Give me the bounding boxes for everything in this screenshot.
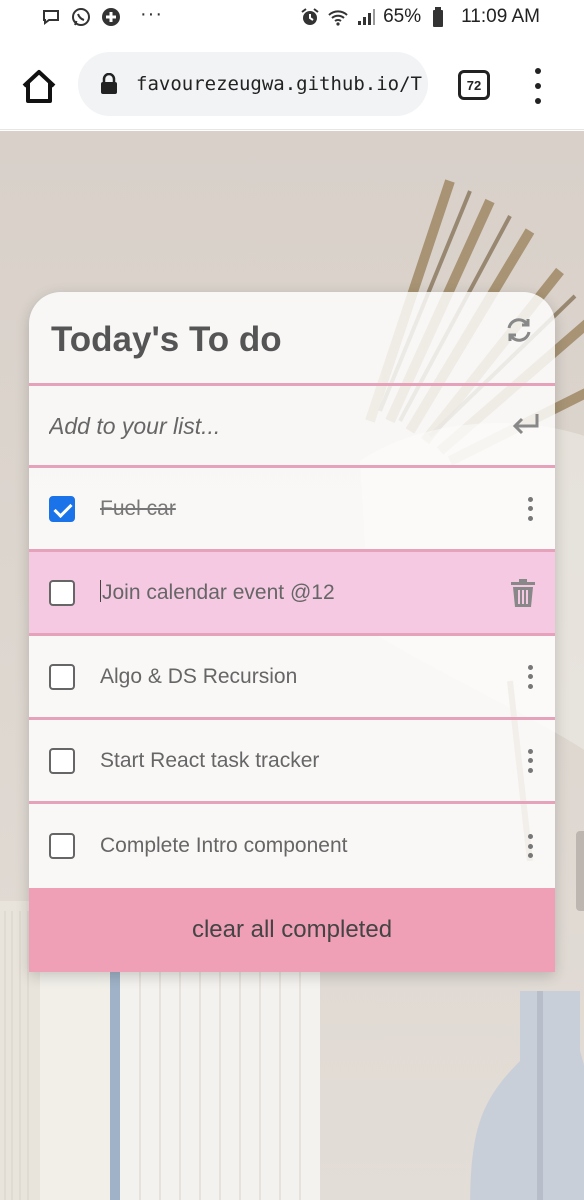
status-bar-notifications: ···	[40, 2, 163, 28]
wifi-icon	[327, 6, 349, 28]
todo-text[interactable]: Start React task tracker	[100, 749, 319, 773]
url-text: favourezeugwa.github.io/T	[136, 73, 422, 95]
todo-checkbox[interactable]	[49, 579, 75, 606]
clock: 11:09 AM	[461, 6, 540, 27]
todo-text[interactable]: Algo & DS Recursion	[100, 665, 297, 689]
todo-text-editing[interactable]: Join calendar event @12	[100, 580, 335, 605]
status-bar: ··· 65% 11:09 AM	[0, 0, 584, 38]
home-icon[interactable]	[18, 66, 60, 106]
more-vert-icon[interactable]	[527, 748, 533, 773]
todo-card: Today's To do Fuel car Join calendar eve…	[29, 292, 555, 972]
more-dots-icon: ···	[140, 2, 163, 25]
vase-image	[470, 991, 584, 1200]
status-bar-system: 65% 11:09 AM	[299, 6, 540, 28]
todo-item[interactable]: Complete Intro component	[29, 804, 555, 888]
battery-icon	[427, 6, 449, 28]
chat-bubble-icon	[40, 6, 62, 28]
todo-checkbox[interactable]	[49, 495, 75, 522]
todo-text[interactable]: Fuel car	[100, 497, 176, 521]
todo-text[interactable]: Complete Intro component	[100, 834, 347, 858]
text-caret	[100, 580, 101, 602]
enter-icon[interactable]	[511, 412, 541, 438]
battery-percent: 65%	[383, 6, 422, 27]
todo-item[interactable]: Fuel car	[29, 468, 555, 552]
add-todo-input[interactable]	[49, 406, 479, 446]
card-header: Today's To do	[29, 292, 555, 386]
clear-completed-button[interactable]: clear all completed	[29, 888, 555, 972]
todo-checkbox[interactable]	[49, 833, 75, 859]
todo-checkbox[interactable]	[49, 663, 75, 690]
whatsapp-icon	[70, 6, 92, 28]
todo-item[interactable]: Start React task tracker	[29, 720, 555, 804]
todo-item[interactable]: Join calendar event @12	[29, 552, 555, 636]
tab-count: 72	[466, 77, 482, 93]
trash-icon[interactable]	[511, 578, 535, 607]
page-scroll-handle[interactable]	[576, 831, 584, 911]
add-todo-row	[29, 386, 555, 468]
more-vert-icon[interactable]	[527, 664, 533, 689]
browser-toolbar: favourezeugwa.github.io/T 72	[0, 38, 584, 130]
address-bar[interactable]: favourezeugwa.github.io/T	[78, 52, 428, 116]
alarm-icon	[299, 6, 321, 28]
more-vert-icon[interactable]	[527, 496, 533, 521]
plus-cross-icon	[100, 6, 122, 28]
signal-icon	[355, 6, 377, 28]
todo-checkbox[interactable]	[49, 747, 75, 774]
refresh-icon[interactable]	[505, 316, 533, 344]
tab-switcher-button[interactable]: 72	[458, 70, 490, 100]
lock-icon	[101, 73, 117, 94]
todo-text: Join calendar event @12	[102, 581, 335, 604]
browser-menu-icon[interactable]	[528, 68, 548, 104]
more-vert-icon[interactable]	[527, 834, 533, 858]
page-title: Today's To do	[51, 320, 282, 359]
todo-item[interactable]: Algo & DS Recursion	[29, 636, 555, 720]
